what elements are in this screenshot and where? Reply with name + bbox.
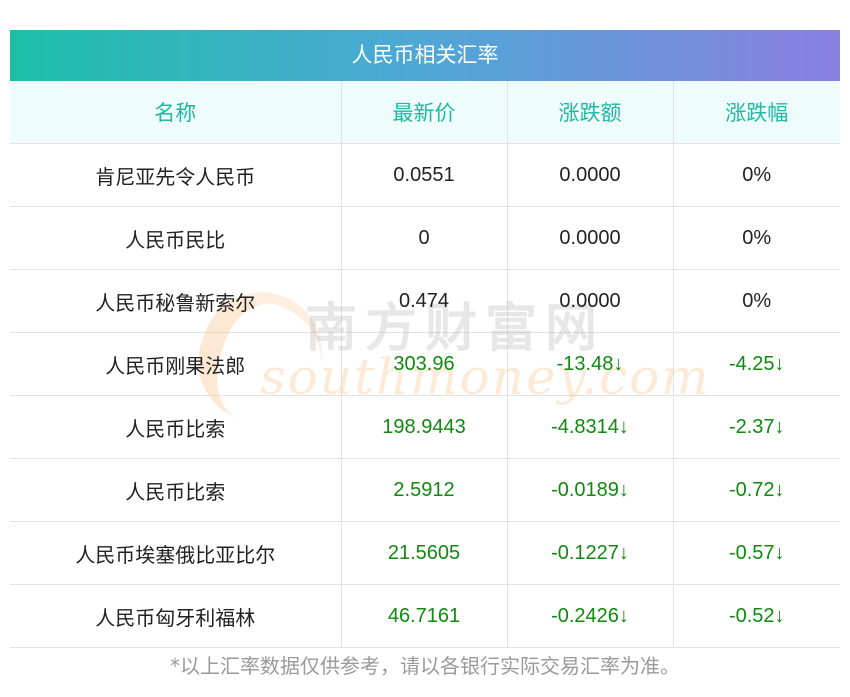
- price-change: 0.0000: [507, 206, 674, 270]
- table-row: 人民币匈牙利福林 46.7161 -0.2426↓ -0.52↓: [10, 584, 840, 648]
- exchange-rate-panel: 人民币相关汇率 名称 最新价 涨跌额 涨跌幅 肯尼亚先令人民币 0.0551 0…: [10, 30, 840, 648]
- currency-name: 人民币比索: [10, 395, 342, 459]
- latest-price: 303.96: [341, 332, 508, 396]
- currency-name: 人民币埃塞俄比亚比尔: [10, 521, 342, 585]
- table-row: 人民币比索 2.5912 -0.0189↓ -0.72↓: [10, 458, 840, 522]
- latest-price: 0.0551: [341, 143, 508, 207]
- column-header-name: 名称: [10, 81, 342, 144]
- price-change-pct: 0%: [673, 143, 840, 207]
- table-row: 人民币民比 0 0.0000 0%: [10, 206, 840, 270]
- currency-name: 人民币刚果法郎: [10, 332, 342, 396]
- price-change-pct: -0.72↓: [673, 458, 840, 522]
- currency-name: 肯尼亚先令人民币: [10, 143, 342, 207]
- exchange-rate-table: 名称 最新价 涨跌额 涨跌幅 肯尼亚先令人民币 0.0551 0.0000 0%…: [10, 81, 840, 648]
- price-change: -0.0189↓: [507, 458, 674, 522]
- latest-price: 198.9443: [341, 395, 508, 459]
- disclaimer-footnote: *以上汇率数据仅供参考，请以各银行实际交易汇率为准。: [170, 654, 680, 678]
- price-change-pct: -0.52↓: [673, 584, 840, 648]
- latest-price: 0: [341, 206, 508, 270]
- currency-name: 人民币比索: [10, 458, 342, 522]
- currency-name: 人民币秘鲁新索尔: [10, 269, 342, 333]
- table-row: 人民币刚果法郎 303.96 -13.48↓ -4.25↓: [10, 332, 840, 396]
- table-title: 人民币相关汇率: [10, 30, 840, 81]
- latest-price: 21.5605: [341, 521, 508, 585]
- price-change: 0.0000: [507, 269, 674, 333]
- price-change: -4.8314↓: [507, 395, 674, 459]
- latest-price: 2.5912: [341, 458, 508, 522]
- price-change: -13.48↓: [507, 332, 674, 396]
- price-change-pct: -0.57↓: [673, 521, 840, 585]
- latest-price: 0.474: [341, 269, 508, 333]
- column-header-price: 最新价: [341, 81, 508, 144]
- table-row: 肯尼亚先令人民币 0.0551 0.0000 0%: [10, 143, 840, 207]
- table-header: 名称 最新价 涨跌额 涨跌幅: [10, 81, 840, 144]
- price-change-pct: -2.37↓: [673, 395, 840, 459]
- price-change-pct: -4.25↓: [673, 332, 840, 396]
- table-row: 人民币埃塞俄比亚比尔 21.5605 -0.1227↓ -0.57↓: [10, 521, 840, 585]
- table-row: 人民币比索 198.9443 -4.8314↓ -2.37↓: [10, 395, 840, 459]
- price-change: -0.2426↓: [507, 584, 674, 648]
- price-change-pct: 0%: [673, 206, 840, 270]
- header-row: 名称 最新价 涨跌额 涨跌幅: [10, 81, 840, 144]
- price-change-pct: 0%: [673, 269, 840, 333]
- price-change: 0.0000: [507, 143, 674, 207]
- column-header-change: 涨跌额: [507, 81, 674, 144]
- table-row: 人民币秘鲁新索尔 0.474 0.0000 0%: [10, 269, 840, 333]
- latest-price: 46.7161: [341, 584, 508, 648]
- price-change: -0.1227↓: [507, 521, 674, 585]
- table-body: 肯尼亚先令人民币 0.0551 0.0000 0% 人民币民比 0 0.0000…: [10, 143, 840, 648]
- column-header-pct: 涨跌幅: [673, 81, 840, 144]
- currency-name: 人民币民比: [10, 206, 342, 270]
- currency-name: 人民币匈牙利福林: [10, 584, 342, 648]
